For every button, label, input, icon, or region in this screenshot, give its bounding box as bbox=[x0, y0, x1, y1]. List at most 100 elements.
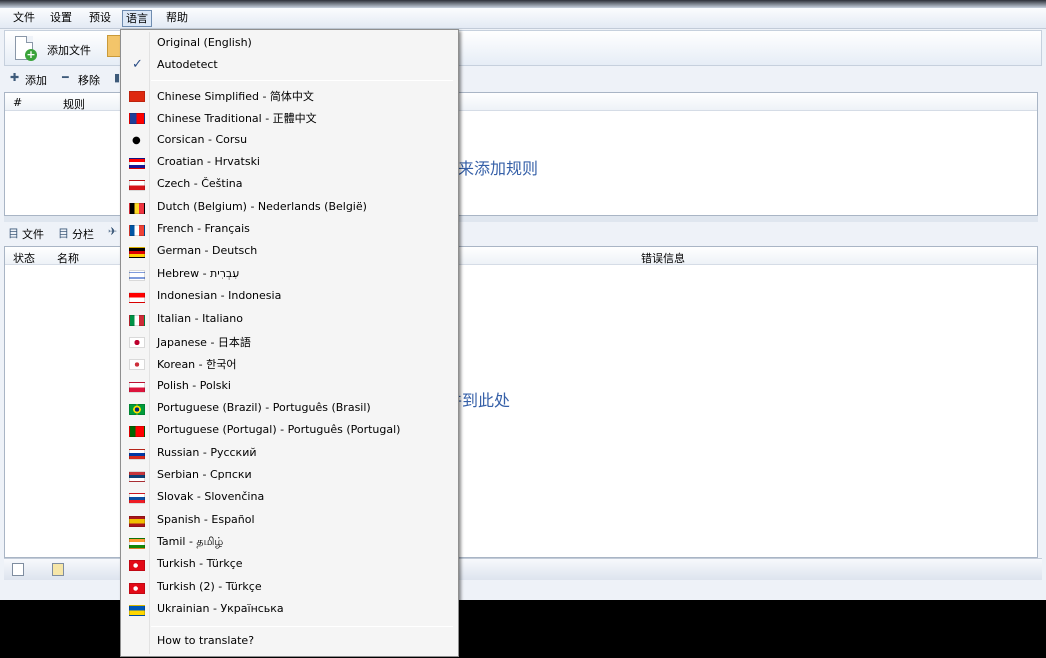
language-item-czech[interactable]: Czech - Čeština bbox=[123, 174, 456, 196]
how-to-translate-label: How to translate? bbox=[157, 634, 255, 647]
language-item-polish[interactable]: Polish - Polski bbox=[123, 376, 456, 398]
menu-settings[interactable]: 设置 bbox=[47, 10, 75, 27]
plus-badge-icon: + bbox=[25, 48, 37, 61]
language-item-label: Serbian - Српски bbox=[157, 467, 252, 481]
language-item-label: Turkish - Türkçe bbox=[157, 557, 243, 571]
in-flag-icon bbox=[129, 538, 145, 549]
language-item-label: Czech - Čeština bbox=[157, 177, 243, 191]
new-file-icon[interactable] bbox=[12, 563, 24, 576]
menu-bar: 文件 设置 预设 语言 帮助 bbox=[0, 8, 1046, 29]
title-bar-edge bbox=[0, 0, 1046, 8]
split-tab-icon: ⽬ bbox=[58, 227, 69, 240]
column-header-status[interactable]: 状态 bbox=[13, 250, 35, 266]
id-flag-icon bbox=[129, 292, 145, 304]
remove-rule-icon: ━ bbox=[62, 71, 69, 84]
add-rule-button[interactable]: 添加 bbox=[25, 72, 47, 88]
language-item-label: Chinese Simplified - 简体中文 bbox=[157, 90, 314, 103]
hr-flag-icon bbox=[129, 158, 145, 170]
language-item-original-english[interactable]: Original (English) bbox=[123, 33, 456, 55]
language-item-portuguese-portugal[interactable]: Portuguese (Portugal) - Português (Portu… bbox=[123, 420, 456, 442]
options-icon[interactable]: ✈ bbox=[108, 225, 117, 238]
il-flag-icon bbox=[129, 269, 145, 281]
language-item-label: Portuguese (Portugal) - Português (Portu… bbox=[157, 423, 401, 437]
language-item-label: French - Français bbox=[157, 222, 250, 236]
language-item-label: Italian - Italiano bbox=[157, 311, 243, 325]
jp-flag-icon bbox=[129, 336, 145, 348]
column-header-rule[interactable]: 规则 bbox=[63, 96, 85, 112]
language-item-label: Spanish - Español bbox=[157, 512, 255, 526]
language-item-chinese-simplified[interactable]: Chinese Simplified - 简体中文 bbox=[123, 85, 456, 107]
rules-empty-hint: 来添加规则 bbox=[458, 159, 539, 178]
language-item-turkish-2[interactable]: Turkish (2) - Türkçe bbox=[123, 577, 456, 599]
language-item-label: Korean - 한국어 bbox=[157, 358, 237, 372]
language-item-label: Hebrew - עִבְרִית bbox=[157, 266, 240, 280]
language-item-label: Corsican - Corsu bbox=[157, 132, 248, 146]
language-item-label: Turkish (2) - Türkçe bbox=[157, 579, 262, 593]
language-item-italian[interactable]: Italian - Italiano bbox=[123, 309, 456, 331]
language-item-croatian[interactable]: Croatian - Hrvatski bbox=[123, 152, 456, 174]
menu-separator bbox=[151, 626, 453, 627]
it-flag-icon bbox=[129, 314, 145, 326]
language-dropdown-menu: Original (English) ✓ Autodetect Chinese Sim… bbox=[120, 29, 459, 657]
language-item-label: Tamil - தமிழ் bbox=[157, 535, 224, 548]
pl-flag-icon bbox=[129, 381, 145, 393]
language-item-label: Ukrainian - Українська bbox=[157, 602, 284, 616]
language-item-chinese-traditional[interactable]: Chinese Traditional - 正體中文 bbox=[123, 107, 456, 129]
check-icon: ✓ bbox=[132, 57, 143, 72]
language-item-german[interactable]: German - Deutsch bbox=[123, 241, 456, 263]
column-header-name[interactable]: 名称 bbox=[57, 250, 79, 266]
be-flag-icon bbox=[129, 202, 145, 214]
language-item-label: Autodetect bbox=[157, 58, 218, 71]
split-tab-button[interactable]: 分栏 bbox=[72, 226, 94, 242]
language-item-indonesian[interactable]: Indonesian - Indonesia bbox=[123, 286, 456, 308]
tw-flag-icon bbox=[129, 113, 145, 125]
language-item-autodetect[interactable]: ✓ Autodetect bbox=[123, 55, 456, 77]
language-item-corsican[interactable]: ● Corsican - Corsu bbox=[123, 130, 456, 152]
tr-flag-icon bbox=[129, 560, 145, 572]
search-folder-icon[interactable] bbox=[52, 563, 64, 576]
kr-flag-icon bbox=[129, 359, 145, 371]
language-item-serbian[interactable]: Serbian - Српски bbox=[123, 465, 456, 487]
remove-rule-button[interactable]: 移除 bbox=[78, 72, 100, 88]
language-item-french[interactable]: French - Français bbox=[123, 219, 456, 241]
language-item-turkish[interactable]: Turkish - Türkçe bbox=[123, 554, 456, 576]
rs-flag-icon bbox=[129, 470, 145, 482]
language-item-hebrew[interactable]: Hebrew - עִבְרִית bbox=[123, 264, 456, 286]
language-item-russian[interactable]: Russian - Русский bbox=[123, 443, 456, 465]
files-tab-button[interactable]: 文件 bbox=[22, 226, 44, 242]
cn-flag-icon bbox=[129, 91, 145, 102]
ru-flag-icon bbox=[129, 448, 145, 460]
language-item-japanese[interactable]: Japanese - 日本語 bbox=[123, 331, 456, 353]
language-item-label: Chinese Traditional - 正體中文 bbox=[157, 112, 317, 126]
language-item-spanish[interactable]: Spanish - Español bbox=[123, 510, 456, 532]
menu-presets[interactable]: 预设 bbox=[86, 10, 114, 27]
menu-language[interactable]: 语言 bbox=[122, 10, 152, 27]
language-item-label: Indonesian - Indonesia bbox=[157, 289, 282, 303]
how-to-translate-item[interactable]: How to translate? bbox=[123, 631, 456, 653]
menu-file[interactable]: 文件 bbox=[10, 10, 38, 27]
language-item-ukrainian[interactable]: Ukrainian - Українська bbox=[123, 599, 456, 621]
language-item-tamil[interactable]: Tamil - தமிழ் bbox=[123, 532, 456, 554]
tr-flag-icon bbox=[129, 582, 145, 594]
language-item-label: Slovak - Slovenčina bbox=[157, 490, 265, 504]
pt-flag-icon bbox=[129, 426, 145, 438]
language-item-label: Japanese - 日本語 bbox=[157, 335, 251, 349]
language-item-label: Russian - Русский bbox=[157, 445, 257, 459]
add-rule-icon: ✚ bbox=[10, 71, 20, 84]
language-item-dutch-belgium[interactable]: Dutch (Belgium) - Nederlands (België) bbox=[123, 197, 456, 219]
corsica-flag-icon: ● bbox=[132, 134, 141, 146]
add-file-button[interactable]: + 添加文件 bbox=[11, 34, 107, 62]
language-item-korean[interactable]: Korean - 한국어 bbox=[123, 353, 456, 375]
language-item-slovak[interactable]: Slovak - Slovenčina bbox=[123, 487, 456, 509]
de-flag-icon bbox=[129, 247, 145, 259]
language-item-label: Original (English) bbox=[157, 36, 252, 49]
column-header-error[interactable]: 错误信息 bbox=[641, 250, 685, 266]
language-item-label: Polish - Polski bbox=[157, 378, 231, 392]
language-item-label: Portuguese (Brazil) - Português (Brasil) bbox=[157, 400, 371, 414]
br-flag-icon bbox=[129, 403, 145, 415]
menu-help[interactable]: 帮助 bbox=[163, 10, 191, 27]
language-item-label: Dutch (Belgium) - Nederlands (België) bbox=[157, 199, 367, 213]
language-item-portuguese-brazil[interactable]: Portuguese (Brazil) - Português (Brasil) bbox=[123, 398, 456, 420]
sk-flag-icon bbox=[129, 493, 145, 505]
column-header-number[interactable]: # bbox=[13, 96, 22, 109]
